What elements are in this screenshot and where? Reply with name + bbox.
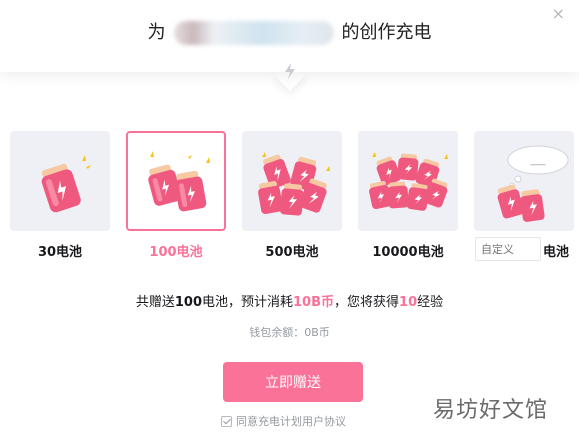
speech-bubble-icon: ___ xyxy=(497,145,569,222)
summary-text: 经验 xyxy=(417,295,444,310)
summary-text: 电池，预计消耗 xyxy=(202,295,294,310)
close-icon[interactable]: × xyxy=(552,6,565,22)
title-prefix: 为 xyxy=(147,22,166,43)
summary-amount: 100 xyxy=(174,295,202,310)
dialog-title: 为 的创作充电 xyxy=(0,20,579,46)
option-label-10000: 10000电池 xyxy=(372,245,444,260)
summary-text: 共赠送 xyxy=(135,295,175,310)
battery-icon xyxy=(369,152,448,211)
blurred-username xyxy=(173,21,334,45)
bubble-text: ___ xyxy=(530,155,547,166)
title-suffix: 的创作充电 xyxy=(341,22,432,43)
option-custom[interactable]: ___ xyxy=(474,131,574,231)
option-10000[interactable] xyxy=(358,131,458,231)
custom-unit-label: 电池 xyxy=(543,245,570,260)
option-500[interactable] xyxy=(242,131,342,231)
custom-amount-input[interactable] xyxy=(475,237,541,261)
battery-icon xyxy=(258,152,330,216)
option-label-30: 30电池 xyxy=(37,245,83,260)
agreement-label: 同意充电计划用户协议 xyxy=(236,415,346,428)
checkbox-icon[interactable] xyxy=(221,415,232,427)
bolt-icon xyxy=(285,63,295,79)
option-100[interactable] xyxy=(126,131,226,231)
summary-exp: 10 xyxy=(399,295,418,310)
give-now-button[interactable]: 立即赠送 xyxy=(223,362,363,402)
option-label-500: 500电池 xyxy=(265,245,319,260)
summary-cost: 10B币 xyxy=(293,295,335,310)
watermark: 易坊好文馆 xyxy=(433,398,549,423)
summary-text: ，您将获得 xyxy=(334,295,400,310)
battery-icon xyxy=(148,151,210,212)
battery-icon xyxy=(41,155,91,213)
option-30[interactable] xyxy=(10,131,110,231)
gift-summary: 共赠送100电池，预计消耗10B币，您将获得10经验 xyxy=(0,291,579,310)
agreement-checkbox[interactable]: 同意充电计划用户协议 xyxy=(221,413,346,429)
option-label-100: 100电池 xyxy=(149,245,203,260)
wallet-balance: 钱包余额：0B币 xyxy=(249,326,330,339)
